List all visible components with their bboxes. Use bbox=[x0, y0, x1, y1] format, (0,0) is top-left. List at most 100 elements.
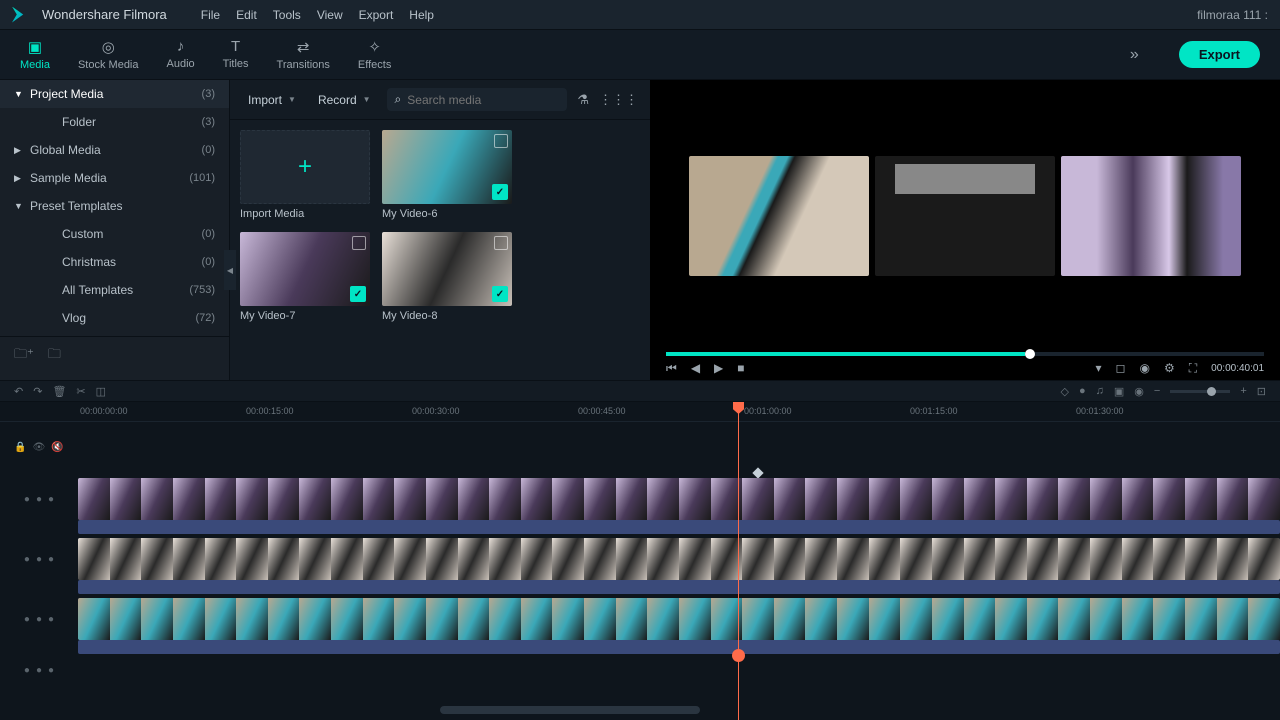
fullscreen-button[interactable]: ⛶ bbox=[1189, 361, 1197, 376]
track-keyframe[interactable]: 🔒 👁 🔇 bbox=[0, 422, 1280, 472]
zoom-in-button[interactable]: + bbox=[1240, 385, 1246, 397]
zoom-slider[interactable] bbox=[1170, 390, 1230, 393]
menu-file[interactable]: File bbox=[201, 8, 220, 22]
marker-button[interactable]: ◇ bbox=[1061, 385, 1069, 398]
track-mute-icon[interactable]: ● bbox=[48, 494, 54, 505]
clip-audio-2[interactable] bbox=[78, 580, 1280, 594]
track-mute-icon[interactable]: ● bbox=[48, 554, 54, 565]
track-lock-icon[interactable]: ● bbox=[24, 614, 30, 625]
track-lock-icon[interactable]: 🔒 bbox=[14, 442, 26, 453]
prev-frame-button[interactable]: ⏮ bbox=[666, 361, 677, 376]
sidebar-item-all-templates[interactable]: All Templates(753) bbox=[0, 276, 229, 304]
sidebar-item-global-media[interactable]: ▶Global Media(0) bbox=[0, 136, 229, 164]
sidebar-item-custom[interactable]: Custom(0) bbox=[0, 220, 229, 248]
settings-icon[interactable]: ⚙ bbox=[1164, 361, 1175, 375]
redo-button[interactable]: ↷ bbox=[33, 385, 42, 398]
media-thumbnail[interactable]: ✓ bbox=[240, 232, 370, 306]
clip-audio-1[interactable] bbox=[78, 520, 1280, 534]
track-visibility-icon[interactable]: ● bbox=[36, 665, 42, 676]
export-button[interactable]: Export bbox=[1179, 41, 1260, 68]
track-video-1[interactable]: ● ● ● bbox=[0, 478, 1280, 520]
mark-in-button[interactable]: ◉ bbox=[1140, 361, 1150, 375]
sidebar-item-folder[interactable]: Folder(3) bbox=[0, 108, 229, 136]
undo-button[interactable]: ↶ bbox=[14, 385, 23, 398]
sidebar-item-christmas[interactable]: Christmas(0) bbox=[0, 248, 229, 276]
fit-button[interactable]: ⊡ bbox=[1257, 385, 1266, 398]
crop-button[interactable]: ◫ bbox=[96, 385, 106, 398]
track-empty[interactable]: ● ● ● bbox=[0, 658, 1280, 682]
zoom-out-button[interactable]: − bbox=[1154, 385, 1160, 397]
import-dropdown[interactable]: Import▼ bbox=[242, 90, 302, 110]
grid-view-icon[interactable]: ⋮⋮⋮ bbox=[599, 92, 638, 108]
tab-transitions[interactable]: ⇄Transitions bbox=[277, 38, 330, 71]
clip-video-6[interactable] bbox=[78, 598, 1280, 640]
tab-effects[interactable]: ✧Effects bbox=[358, 38, 391, 71]
search-input[interactable] bbox=[407, 93, 559, 107]
track-lock-icon[interactable]: ● bbox=[24, 554, 30, 565]
clip-video-7[interactable] bbox=[78, 478, 1280, 520]
media-item-import-media[interactable]: +Import Media bbox=[240, 130, 370, 220]
timeline[interactable]: 00:00:00:0000:00:15:0000:00:30:0000:00:4… bbox=[0, 402, 1280, 720]
play-button[interactable]: ▶ bbox=[714, 361, 723, 375]
ruler-tick: 00:00:45:00 bbox=[578, 406, 626, 416]
timeline-scrollbar[interactable] bbox=[440, 706, 700, 714]
keyframe-marker-icon[interactable] bbox=[752, 467, 763, 478]
menu-tools[interactable]: Tools bbox=[273, 8, 301, 22]
menu-view[interactable]: View bbox=[317, 8, 343, 22]
sidebar-item-preset-templates[interactable]: ▼Preset Templates bbox=[0, 192, 229, 220]
collapse-sidebar-handle[interactable]: ◀ bbox=[224, 250, 236, 290]
split-button[interactable]: ✂ bbox=[76, 385, 85, 398]
track-mute-icon[interactable]: ● bbox=[48, 665, 54, 676]
render-button[interactable]: ▣ bbox=[1114, 385, 1124, 398]
media-item-my-video-7[interactable]: ✓My Video-7 bbox=[240, 232, 370, 322]
clip-video-8[interactable] bbox=[78, 538, 1280, 580]
delete-button[interactable]: 🗑 bbox=[52, 385, 66, 398]
preview-scrubber[interactable] bbox=[666, 352, 1264, 356]
menu-export[interactable]: Export bbox=[359, 8, 394, 22]
tab-media[interactable]: ▣Media bbox=[20, 38, 50, 71]
mix-button[interactable]: ♫ bbox=[1096, 385, 1104, 397]
track-lock-icon[interactable]: ● bbox=[24, 494, 30, 505]
media-thumbnail[interactable]: ✓ bbox=[382, 232, 512, 306]
track-visibility-icon[interactable]: ● bbox=[36, 554, 42, 565]
import-media-button[interactable]: + bbox=[240, 130, 370, 204]
time-ruler[interactable]: 00:00:00:0000:00:15:0000:00:30:0000:00:4… bbox=[0, 402, 1280, 422]
record-vo-button[interactable]: ● bbox=[1079, 385, 1086, 397]
playhead-marker-icon[interactable] bbox=[732, 649, 745, 662]
track-visibility-icon[interactable]: ● bbox=[36, 614, 42, 625]
media-panel: Import▼ Record▼ ⌕ ⚗ ⋮⋮⋮ ◀ +Import Media✓… bbox=[230, 80, 650, 380]
more-tabs-button[interactable]: » bbox=[1130, 46, 1139, 64]
track-lock-icon[interactable]: ● bbox=[24, 665, 30, 676]
sidebar-item-sample-media[interactable]: ▶Sample Media(101) bbox=[0, 164, 229, 192]
folder-icon[interactable]: 🗀 bbox=[48, 345, 61, 367]
track-video-3[interactable]: ● ● ● bbox=[0, 598, 1280, 640]
playhead[interactable] bbox=[738, 402, 739, 720]
scrubber-head-icon[interactable] bbox=[1025, 349, 1035, 359]
tab-audio[interactable]: ♪Audio bbox=[167, 38, 195, 71]
new-folder-icon[interactable]: 🗀⁺ bbox=[14, 345, 34, 367]
snapshot-button[interactable]: ◻ bbox=[1116, 361, 1126, 375]
prev-button[interactable]: ◀ bbox=[691, 361, 700, 375]
search-media[interactable]: ⌕ bbox=[387, 88, 568, 111]
track-visibility-icon[interactable]: 👁 bbox=[33, 442, 46, 453]
stop-button[interactable]: ■ bbox=[737, 361, 744, 375]
tab-stock-media[interactable]: ◎Stock Media bbox=[78, 38, 139, 71]
clip-audio-3[interactable] bbox=[78, 640, 1280, 654]
track-visibility-icon[interactable]: ● bbox=[36, 494, 42, 505]
sidebar-item-project-media[interactable]: ▼Project Media(3) bbox=[0, 80, 229, 108]
quality-button[interactable]: ▾ bbox=[1096, 361, 1102, 375]
filter-icon[interactable]: ⚗ bbox=[577, 92, 589, 108]
snap-button[interactable]: ◉ bbox=[1134, 385, 1144, 398]
sidebar-item-vlog[interactable]: Vlog(72) bbox=[0, 304, 229, 332]
track-video-2[interactable]: ● ● ● bbox=[0, 538, 1280, 580]
record-dropdown[interactable]: Record▼ bbox=[312, 90, 377, 110]
media-thumbnail[interactable]: ✓ bbox=[382, 130, 512, 204]
preview-canvas[interactable] bbox=[650, 80, 1280, 352]
track-mute-icon[interactable]: ● bbox=[48, 614, 54, 625]
media-item-my-video-8[interactable]: ✓My Video-8 bbox=[382, 232, 512, 322]
track-mute-icon[interactable]: 🔇 bbox=[51, 442, 63, 453]
tab-titles[interactable]: TTitles bbox=[223, 38, 249, 71]
media-item-my-video-6[interactable]: ✓My Video-6 bbox=[382, 130, 512, 220]
menu-edit[interactable]: Edit bbox=[236, 8, 257, 22]
menu-help[interactable]: Help bbox=[409, 8, 434, 22]
